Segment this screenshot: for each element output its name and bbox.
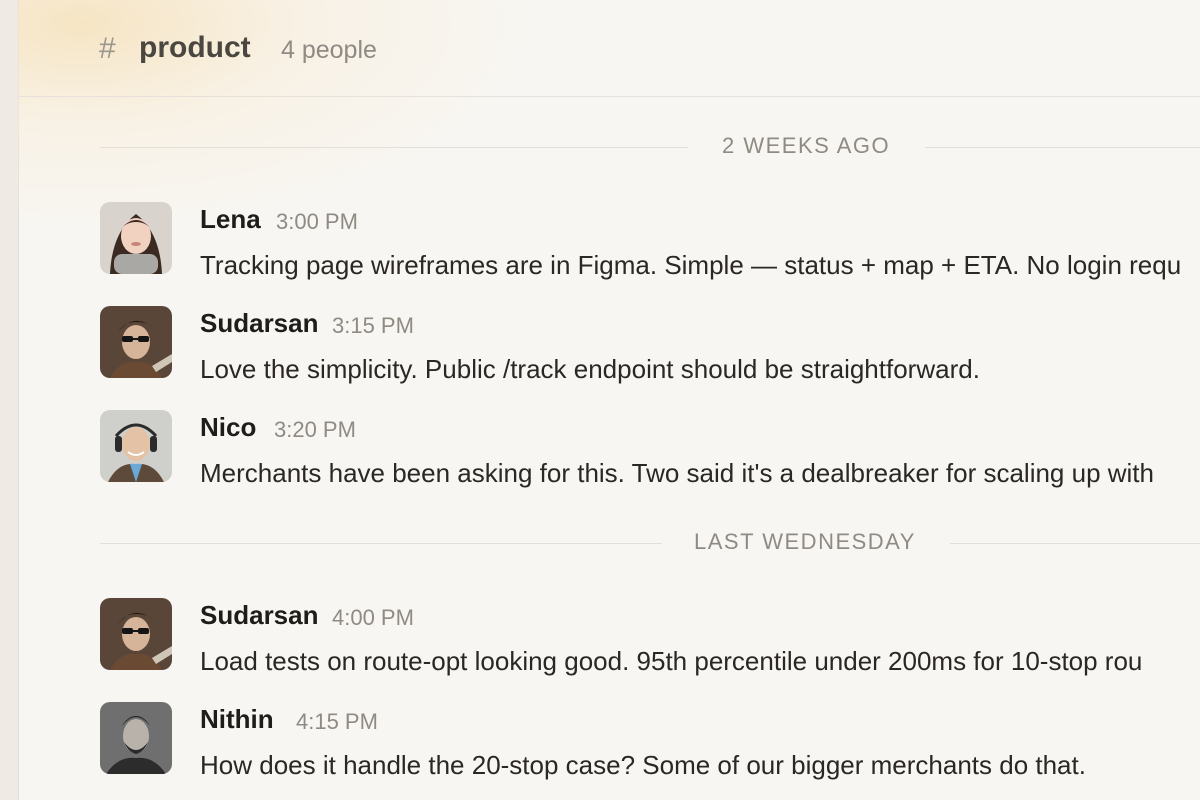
left-sidebar-edge (0, 0, 19, 800)
avatar-nico[interactable] (100, 410, 172, 482)
message-author[interactable]: Lena (200, 204, 261, 235)
date-divider: 2 WEEKS AGO (100, 133, 1200, 163)
avatar-nithin[interactable] (100, 702, 172, 774)
date-divider-label: LAST WEDNESDAY (694, 529, 916, 554)
divider-line-right (925, 147, 1200, 148)
message-text: Love the simplicity. Public /track endpo… (200, 354, 980, 384)
divider-line-right (950, 543, 1200, 544)
message-timestamp[interactable]: 3:00 PM (276, 209, 358, 235)
channel-header: # product 4 people (19, 0, 1200, 97)
message-author[interactable]: Sudarsan (200, 308, 319, 339)
message-timestamp[interactable]: 4:00 PM (332, 605, 414, 631)
message: Lena 3:00 PM Tracking page wireframes ar… (100, 202, 1200, 282)
date-divider: LAST WEDNESDAY (100, 529, 1200, 559)
message: Nithin 4:15 PM How does it handle the 20… (100, 702, 1200, 782)
divider-line-left (100, 147, 688, 148)
message-timestamp[interactable]: 3:20 PM (274, 417, 356, 443)
avatar-sudarsan[interactable] (100, 598, 172, 670)
member-count[interactable]: 4 people (281, 36, 377, 65)
date-divider-label: 2 WEEKS AGO (722, 133, 891, 158)
message-text: Merchants have been asking for this. Two… (200, 458, 1154, 488)
message-text: Tracking page wireframes are in Figma. S… (200, 250, 1182, 280)
message-author[interactable]: Sudarsan (200, 600, 319, 631)
message-author[interactable]: Nico (200, 412, 256, 443)
message: Sudarsan 3:15 PM Love the simplicity. Pu… (100, 306, 1200, 386)
avatar-sudarsan[interactable] (100, 306, 172, 378)
message: Nico 3:20 PM Merchants have been asking … (100, 410, 1200, 490)
message-author[interactable]: Nithin (200, 704, 274, 735)
message: Sudarsan 4:00 PM Load tests on route-opt… (100, 598, 1200, 678)
channel-hash-icon: # (99, 32, 116, 65)
message-text: How does it handle the 20-stop case? Som… (200, 750, 1086, 780)
avatar-lena[interactable] (100, 202, 172, 274)
divider-line-left (100, 543, 662, 544)
channel-name[interactable]: product (139, 31, 251, 65)
message-text: Load tests on route-opt looking good. 95… (200, 646, 1143, 676)
message-timestamp[interactable]: 3:15 PM (332, 313, 414, 339)
message-timestamp[interactable]: 4:15 PM (296, 709, 378, 735)
